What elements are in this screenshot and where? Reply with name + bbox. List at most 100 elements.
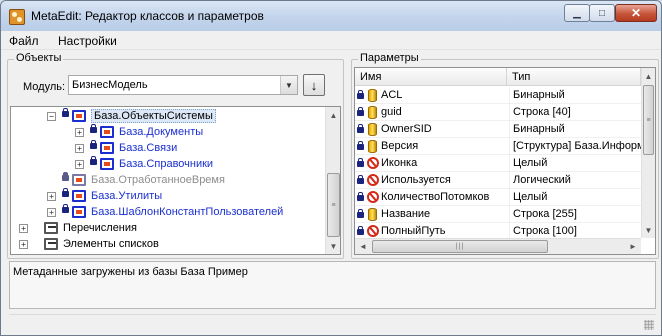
expand-icon[interactable]: + [19, 239, 28, 249]
param-name: OwnerSID [381, 123, 432, 135]
forbidden-icon [357, 225, 381, 238]
chevron-down-icon[interactable]: ▼ [280, 76, 297, 94]
status-bar [9, 314, 656, 332]
close-button[interactable]: ✕ [615, 4, 657, 22]
tree-node-label: Перечисления [63, 222, 137, 234]
param-name: Иконка [381, 157, 418, 169]
objects-group-title: Объекты [14, 52, 64, 64]
title-bar[interactable]: MetaEdit: Редактор классов и параметров … [1, 1, 661, 31]
column-header-type[interactable]: Тип [507, 68, 641, 86]
module-label: Модуль: [23, 81, 66, 93]
scroll-down-icon[interactable]: ▼ [642, 222, 655, 238]
log-area[interactable]: Метаданные загружены из базы База Пример [9, 261, 656, 309]
tree-node[interactable]: + База.ШаблонКонстантПользователей [47, 204, 283, 220]
scroll-thumb[interactable]: ≡ [327, 173, 340, 237]
param-name: ACL [381, 89, 403, 101]
tree-node[interactable]: + Перечисления [19, 220, 137, 236]
grid-vertical-scrollbar[interactable]: ▲ ≡ ▼ [641, 68, 655, 238]
resize-grip-icon[interactable] [644, 320, 654, 330]
tree-node-label: База.Связи [119, 142, 178, 154]
tree-node[interactable]: + Элементы списков [19, 236, 159, 252]
param-type: Строка [40] [509, 104, 641, 121]
tree-node-label: База.ШаблонКонстантПользователей [91, 206, 284, 218]
scroll-up-icon[interactable]: ▲ [642, 68, 655, 84]
object-lock-icon [90, 124, 116, 139]
params-group-title: Параметры [358, 52, 421, 64]
param-name: КоличествоПотомков [381, 191, 490, 203]
tree-node[interactable]: + База.Документы [75, 124, 203, 140]
menu-settings[interactable]: Настройки [58, 34, 117, 48]
param-type: Бинарный [509, 121, 641, 138]
param-row[interactable]: guid Строка [40] [355, 104, 641, 121]
enum-icon [34, 221, 60, 235]
tree-node-label: База.ОбъектыСистемы [91, 109, 216, 123]
param-name: Название [381, 208, 431, 220]
param-row[interactable]: Название Строка [255] [355, 206, 641, 223]
objects-tree[interactable]: − База.ОбъектыСистемы + База.Документы +… [10, 106, 341, 255]
expand-icon[interactable]: + [47, 191, 56, 201]
app-icon [9, 9, 25, 25]
database-icon [357, 140, 381, 153]
object-lock-icon [90, 140, 116, 155]
forbidden-icon [357, 157, 381, 170]
tree-node[interactable]: База.ОтработанноеВремя [62, 172, 225, 188]
object-lock-icon [62, 108, 88, 123]
menu-bar: Файл Настройки [1, 31, 661, 50]
param-type: Бинарный [509, 87, 641, 104]
param-row[interactable]: ACL Бинарный [355, 87, 641, 104]
minimize-button[interactable]: ▁ [564, 4, 590, 22]
database-icon [357, 89, 381, 102]
param-row[interactable]: Иконка Целый [355, 155, 641, 172]
tree-node[interactable]: + База.Связи [75, 140, 177, 156]
param-row[interactable]: Версия [Структура] База.Информ [355, 138, 641, 155]
param-type: Целый [509, 155, 641, 172]
param-row[interactable]: Используется Логический [355, 172, 641, 189]
arrow-down-icon: ↓ [310, 77, 318, 93]
param-name: Используется [381, 174, 451, 186]
tree-vertical-scrollbar[interactable]: ▲ ≡ ▼ [325, 107, 340, 254]
expand-icon[interactable]: + [75, 159, 84, 169]
expand-icon[interactable]: + [19, 223, 28, 233]
grid-header: Имя Тип [355, 68, 641, 86]
tree-node[interactable]: − База.ОбъектыСистемы [47, 108, 216, 124]
tree-node[interactable]: + База.Справочники [75, 156, 213, 172]
object-lock-icon [62, 172, 88, 187]
param-row[interactable]: OwnerSID Бинарный [355, 121, 641, 138]
tree-rows: − База.ОбъектыСистемы + База.Документы +… [11, 107, 325, 254]
hscroll-thumb[interactable]: ||| [372, 240, 548, 253]
param-type: Целый [509, 189, 641, 206]
scroll-down-icon[interactable]: ▼ [326, 238, 340, 254]
scroll-right-icon[interactable]: ► [625, 239, 641, 254]
grid-horizontal-scrollbar[interactable]: ◄ ||| ► [355, 238, 641, 254]
module-select-value: БизнесМодель [72, 79, 148, 91]
expand-icon[interactable]: + [75, 127, 84, 137]
scroll-up-icon[interactable]: ▲ [326, 107, 340, 123]
scroll-left-icon[interactable]: ◄ [355, 239, 371, 254]
menu-file[interactable]: Файл [9, 34, 39, 48]
maximize-button[interactable]: □ [589, 4, 615, 22]
load-module-button[interactable]: ↓ [303, 74, 325, 96]
tree-node[interactable]: + База.Утилиты [47, 188, 162, 204]
param-name: Версия [381, 140, 419, 152]
tree-node-label: База.ОтработанноеВремя [91, 174, 225, 186]
param-row[interactable]: КоличествоПотомков Целый [355, 189, 641, 206]
param-name: guid [381, 106, 402, 118]
database-icon [357, 106, 381, 119]
expand-icon[interactable]: + [75, 143, 84, 153]
param-type: Строка [255] [509, 206, 641, 223]
main-window: MetaEdit: Редактор классов и параметров … [0, 0, 662, 336]
module-select[interactable]: БизнесМодель ▼ [68, 75, 298, 95]
maximize-icon: □ [598, 7, 606, 19]
forbidden-icon [357, 191, 381, 204]
object-lock-icon [90, 156, 116, 171]
database-icon [357, 208, 381, 221]
tree-node-label: База.Документы [119, 126, 204, 138]
expand-icon[interactable]: + [47, 207, 56, 217]
tree-node-label: Элементы списков [63, 238, 159, 250]
column-header-name[interactable]: Имя [355, 68, 507, 86]
forbidden-icon [357, 174, 381, 187]
collapse-icon[interactable]: − [47, 111, 56, 121]
params-grid[interactable]: Имя Тип ACL Бинарный guid Строка [40] Ow… [354, 67, 656, 255]
scroll-thumb[interactable]: ≡ [643, 85, 654, 155]
param-type: Логический [509, 172, 641, 189]
